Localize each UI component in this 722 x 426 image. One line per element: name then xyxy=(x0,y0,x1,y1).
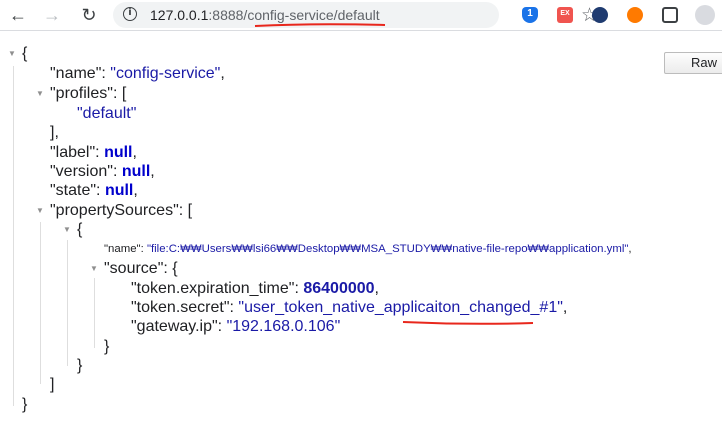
json-row: "label": null, xyxy=(50,144,137,161)
back-arrow-icon[interactable]: ← xyxy=(7,4,29,26)
collapse-toggle-icon[interactable] xyxy=(63,220,73,239)
json-null: null xyxy=(104,182,134,199)
url-annotation-underline xyxy=(254,23,386,27)
json-key: "token.secret" xyxy=(131,299,230,316)
collapse-toggle-icon[interactable] xyxy=(36,201,46,220)
json-row: "propertySources": [ xyxy=(50,202,193,219)
json-key: "source" xyxy=(104,260,164,277)
forward-arrow-icon[interactable]: → xyxy=(41,4,63,26)
orange-extension-icon[interactable] xyxy=(627,7,643,23)
json-key: "name" xyxy=(50,65,102,82)
json-number: 86400000 xyxy=(303,280,375,297)
browser-toolbar: ← → ↻ 127.0.0.1:8888/config-service/defa… xyxy=(0,0,722,30)
password-manager-extension-icon[interactable] xyxy=(522,7,538,23)
collapse-toggle-icon[interactable] xyxy=(90,259,100,278)
json-key: "state" xyxy=(50,182,97,199)
indent-guide xyxy=(67,240,68,366)
indent-guide xyxy=(94,278,95,348)
json-bracket: ] xyxy=(50,376,55,393)
json-row: "name": "file:C:₩₩Users₩₩lsi66₩₩Desktop₩… xyxy=(104,243,632,255)
collapse-toggle-icon[interactable] xyxy=(8,44,18,63)
json-row: "name": "config-service", xyxy=(50,65,225,82)
value-annotation-underline xyxy=(402,321,534,325)
profile-avatar[interactable] xyxy=(695,5,715,25)
json-null: null xyxy=(121,163,151,180)
json-null: null xyxy=(104,144,133,161)
json-string: "default" xyxy=(77,105,137,122)
json-row: "version": null, xyxy=(50,163,155,180)
indent-guide xyxy=(40,222,41,384)
json-brace: } xyxy=(104,338,110,355)
url-host: 127.0.0.1 xyxy=(150,7,209,23)
url-path: :8888/config-service/default xyxy=(208,7,380,23)
json-key: "version" xyxy=(50,163,113,180)
toolbar-divider xyxy=(0,30,722,31)
shield-extension-icon[interactable] xyxy=(592,7,608,23)
raw-button[interactable]: Raw xyxy=(664,52,722,74)
json-string: "192.168.0.106" xyxy=(226,318,341,335)
json-key: "propertySources" xyxy=(50,202,179,219)
json-row: "source": { xyxy=(104,260,178,277)
json-key: "token.expiration_time" xyxy=(131,280,295,297)
extensions-puzzle-icon[interactable] xyxy=(662,7,678,23)
json-brace: { xyxy=(77,221,83,238)
json-row: "profiles": [ xyxy=(50,85,127,102)
collapse-toggle-icon[interactable] xyxy=(36,84,46,103)
json-row: "state": null, xyxy=(50,182,138,199)
json-brace: } xyxy=(77,357,83,374)
json-brace: } xyxy=(22,396,28,413)
json-key: "profiles" xyxy=(50,85,113,102)
json-string: "file:C:₩₩Users₩₩lsi66₩₩Desktop₩₩MSA_STU… xyxy=(146,243,629,255)
json-key: "name" xyxy=(104,243,141,255)
json-row: "default" xyxy=(77,104,136,123)
json-key: "label" xyxy=(50,144,96,161)
url-text: 127.0.0.1:8888/config-service/default xyxy=(150,7,380,23)
ex-extension-icon[interactable] xyxy=(557,7,573,23)
json-bracket: ], xyxy=(50,124,59,141)
json-row: "gateway.ip": "192.168.0.106" xyxy=(131,318,341,335)
reload-icon[interactable]: ↻ xyxy=(78,4,100,26)
json-string: "config-service" xyxy=(110,65,221,82)
json-string: "user_token_native_applicaiton_changed_#… xyxy=(238,299,563,316)
indent-guide xyxy=(13,66,14,406)
json-brace: { xyxy=(22,45,28,62)
json-row: "token.expiration_time": 86400000, xyxy=(131,280,379,297)
json-row: "token.secret": "user_token_native_appli… xyxy=(131,299,568,316)
json-key: "gateway.ip" xyxy=(131,318,218,335)
site-info-icon[interactable] xyxy=(123,7,137,21)
